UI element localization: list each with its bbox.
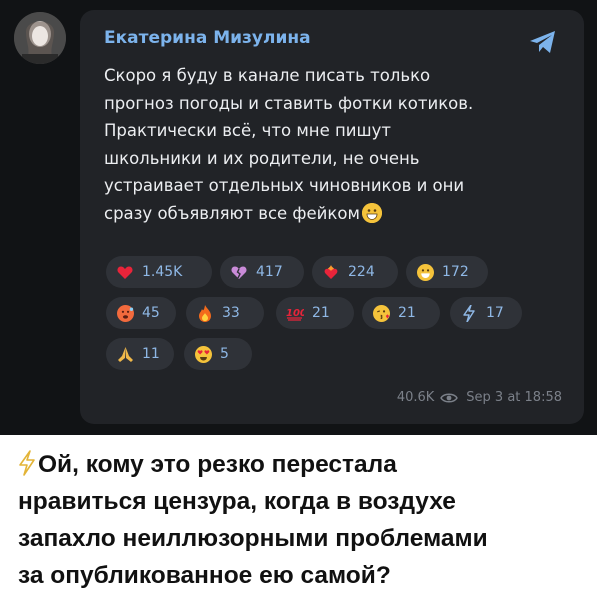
caption-line: нравиться цензура, когда в воздухе — [18, 488, 456, 515]
message-bubble: Екатерина Мизулина Скоро я буду в канале… — [80, 10, 584, 424]
telegram-post-screenshot: Екатерина Мизулина Скоро я буду в канале… — [0, 0, 597, 435]
message-line-last: сразу объявляют все фейком — [104, 200, 564, 228]
fire-icon — [196, 304, 214, 322]
view-count: 40.6K — [396, 390, 435, 405]
reaction-count: 21 — [312, 305, 330, 321]
heart-eyes-icon — [194, 345, 212, 363]
reaction-pray[interactable]: 11 — [106, 338, 174, 370]
reaction-count: 33 — [222, 305, 240, 321]
reaction-heart[interactable]: 1.45K — [106, 256, 212, 288]
reaction-kiss[interactable]: 21 — [362, 297, 440, 329]
telegram-share-icon[interactable] — [528, 28, 558, 56]
grin-emoji-icon — [361, 202, 382, 223]
message-line: Скоро я буду в канале писать только — [104, 66, 431, 85]
heart-icon — [116, 263, 134, 281]
message-timestamp: Sep 3 at 18:58 — [466, 390, 562, 405]
lightning-icon — [460, 304, 478, 322]
reaction-count: 224 — [348, 264, 375, 280]
caption-line-first: Ой, кому это резко перестала — [18, 446, 588, 483]
message-line: устраивает отдельных чиновников и они — [104, 176, 465, 196]
channel-avatar[interactable] — [14, 12, 66, 64]
reaction-hot-face[interactable]: 45 — [106, 297, 176, 329]
reaction-count: 5 — [220, 346, 229, 362]
heart-on-fire-icon — [322, 263, 340, 281]
reaction-hundred[interactable]: 100 21 — [276, 297, 354, 329]
message-line: сразу объявляют все фейком — [104, 203, 360, 223]
reaction-grin[interactable]: 172 — [406, 256, 488, 288]
reaction-count: 172 — [442, 264, 469, 280]
message-line: прогноз погоды и ставить фотки котиков. — [104, 93, 474, 113]
caption-line: запахло неиллюзорными проблемами — [18, 525, 488, 552]
channel-name[interactable]: Екатерина Мизулина — [104, 28, 311, 48]
message-meta: 40.6K Sep 3 at 18:58 — [397, 390, 562, 405]
caption-line: за опубликованное ею самой? — [18, 562, 391, 589]
lightning-icon — [19, 450, 35, 476]
hundred-icon: 100 — [286, 304, 304, 322]
reaction-heart-eyes[interactable]: 5 — [184, 338, 252, 370]
reaction-count: 17 — [486, 305, 504, 321]
broken-heart-icon — [230, 263, 248, 281]
message-text: Скоро я буду в канале писать только прог… — [104, 62, 564, 228]
reaction-count: 11 — [142, 346, 160, 362]
grin-face-icon — [416, 263, 434, 281]
pray-icon — [116, 345, 134, 363]
reaction-broken-heart[interactable]: 417 — [220, 256, 304, 288]
message-line: Практически всё, что мне пишут — [104, 121, 391, 141]
kiss-face-icon — [372, 304, 390, 322]
reaction-fire[interactable]: 33 — [186, 297, 264, 329]
caption-line: Ой, кому это резко перестала — [38, 451, 397, 478]
reaction-heart-on-fire[interactable]: 224 — [312, 256, 398, 288]
caption-text: Ой, кому это резко перестала нравиться ц… — [18, 446, 588, 594]
reaction-count: 1.45K — [142, 264, 183, 280]
message-line: школьники и их родители, не очень — [104, 148, 420, 168]
reaction-count: 417 — [256, 264, 283, 280]
reaction-count: 45 — [142, 305, 160, 321]
reaction-lightning[interactable]: 17 — [450, 297, 522, 329]
reaction-count: 21 — [398, 305, 416, 321]
eye-icon — [440, 393, 459, 402]
hot-face-icon — [116, 304, 134, 322]
